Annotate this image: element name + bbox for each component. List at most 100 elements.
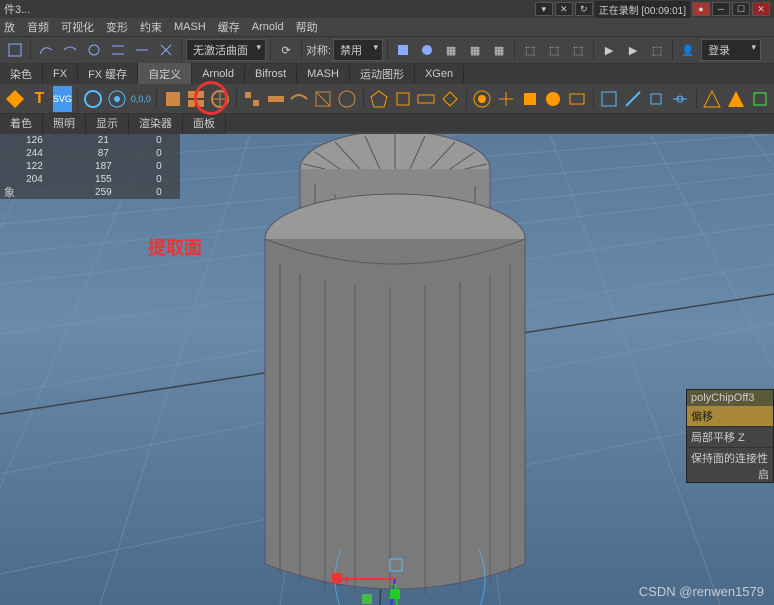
- render-icon[interactable]: ▶: [622, 39, 644, 61]
- preset-dropdown[interactable]: 无激活曲面: [186, 39, 266, 61]
- user-icon[interactable]: 👤: [677, 39, 699, 61]
- viewport-menu-item[interactable]: 面板: [183, 112, 226, 134]
- separator: [30, 40, 31, 60]
- menu-item[interactable]: 放: [4, 19, 15, 35]
- shelf-button[interactable]: [265, 86, 286, 112]
- cylinder-mesh[interactable]: [235, 134, 555, 604]
- curve-icon[interactable]: [83, 39, 105, 61]
- shelf-button[interactable]: [567, 86, 588, 112]
- menu-item[interactable]: 帮助: [296, 19, 318, 35]
- menu-item[interactable]: 可视化: [61, 19, 94, 35]
- viewport-menu-item[interactable]: 显示: [86, 112, 129, 134]
- viewport-menu-item[interactable]: 照明: [43, 112, 86, 134]
- attr-header[interactable]: 偏移: [687, 406, 773, 426]
- separator: [514, 40, 515, 60]
- curve-icon[interactable]: [131, 39, 153, 61]
- channel-row[interactable]: 126210: [0, 134, 180, 147]
- channel-row[interactable]: 1221870: [0, 160, 180, 173]
- shelf-button[interactable]: [519, 86, 540, 112]
- toolbar-icon[interactable]: [4, 39, 26, 61]
- close-button[interactable]: ✕: [752, 2, 770, 16]
- attr-row[interactable]: 局部平移 Z: [687, 426, 773, 447]
- shelf-button[interactable]: [725, 86, 746, 112]
- toolbar-icon[interactable]: ▦: [488, 39, 510, 61]
- separator: [156, 89, 157, 109]
- svg-icon[interactable]: SVG: [53, 86, 72, 112]
- shelf-button[interactable]: [749, 86, 770, 112]
- shelf-tab[interactable]: MASH: [297, 65, 350, 83]
- toolbar-icon[interactable]: ⬚: [567, 39, 589, 61]
- shelf-button[interactable]: [4, 86, 26, 112]
- attr-node[interactable]: polyChipOff3: [687, 390, 773, 406]
- separator: [363, 89, 364, 109]
- attr-row[interactable]: 保持面的连接性 启: [687, 447, 773, 468]
- toolbar-icon[interactable]: ▦: [464, 39, 486, 61]
- shelf-tab[interactable]: Bifrost: [245, 65, 297, 83]
- channel-row[interactable]: 244870: [0, 147, 180, 160]
- shelf-tab[interactable]: FX: [43, 65, 78, 83]
- shelf-button[interactable]: [368, 86, 389, 112]
- shelf-button[interactable]: [646, 86, 667, 112]
- shelf-tab[interactable]: 染色: [0, 63, 43, 85]
- toolbar-icon[interactable]: ⬚: [519, 39, 541, 61]
- menu-item[interactable]: Arnold: [252, 21, 284, 33]
- menu-item[interactable]: 音频: [27, 19, 49, 35]
- shelf-button[interactable]: [622, 86, 643, 112]
- shelf-button[interactable]: [210, 86, 231, 112]
- shelf-button[interactable]: [313, 86, 334, 112]
- move-gizmo[interactable]: [330, 549, 510, 605]
- shelf-tab[interactable]: XGen: [415, 65, 464, 83]
- login-dropdown[interactable]: 登录: [701, 39, 761, 61]
- shelf-button[interactable]: [416, 86, 437, 112]
- shelf-button[interactable]: [670, 86, 691, 112]
- viewport-menu-item[interactable]: 渲染器: [129, 112, 183, 134]
- titlebar-icon[interactable]: ↻: [575, 2, 593, 16]
- curve-icon[interactable]: [155, 39, 177, 61]
- menu-item[interactable]: MASH: [174, 21, 206, 33]
- toolbar-icon[interactable]: ▦: [440, 39, 462, 61]
- viewport-menu-item[interactable]: 着色: [0, 112, 43, 134]
- channel-box: 126210 244870 1221870 2041550 2590: [0, 134, 180, 199]
- curve-icon[interactable]: [59, 39, 81, 61]
- render-icon[interactable]: ▶: [598, 39, 620, 61]
- text-icon[interactable]: T: [29, 86, 50, 112]
- channel-row[interactable]: 2590: [0, 186, 180, 199]
- shelf-button[interactable]: [107, 86, 128, 112]
- minimize-button[interactable]: ─: [712, 2, 730, 16]
- shelf-button[interactable]: [495, 86, 516, 112]
- shelf-button[interactable]: [702, 86, 723, 112]
- titlebar-icon[interactable]: ✕: [555, 2, 573, 16]
- curve-icon[interactable]: [107, 39, 129, 61]
- menu-item[interactable]: 约束: [140, 19, 162, 35]
- symmetry-dropdown[interactable]: 禁用: [333, 39, 383, 61]
- viewport-3d[interactable]: 126210 244870 1221870 2041550 2590 象 提取面…: [0, 134, 774, 605]
- toolbar-icon[interactable]: ⬚: [543, 39, 565, 61]
- shelf-button[interactable]: [440, 86, 461, 112]
- toolbar-icon[interactable]: [416, 39, 438, 61]
- menu-item[interactable]: 缓存: [218, 19, 240, 35]
- shelf-button[interactable]: [543, 86, 564, 112]
- shelf-button[interactable]: [289, 86, 310, 112]
- shelf-tab[interactable]: 自定义: [138, 63, 192, 85]
- channel-row[interactable]: 2041550: [0, 173, 180, 186]
- menu-item[interactable]: 变形: [106, 19, 128, 35]
- shelf-button[interactable]: [337, 86, 358, 112]
- titlebar-icon[interactable]: ▾: [535, 2, 553, 16]
- record-button[interactable]: ●: [692, 2, 710, 16]
- shelf-button[interactable]: 0,0,0: [131, 86, 152, 112]
- toolbar-icon[interactable]: ⟳: [275, 39, 297, 61]
- shelf-tab[interactable]: Arnold: [192, 65, 245, 83]
- shelf-tab[interactable]: FX 缓存: [78, 63, 138, 85]
- extract-face-button[interactable]: [186, 86, 207, 112]
- toolbar-icon[interactable]: [392, 39, 414, 61]
- maximize-button[interactable]: ☐: [732, 2, 750, 16]
- shelf-button[interactable]: [598, 86, 619, 112]
- curve-icon[interactable]: [35, 39, 57, 61]
- shelf-button[interactable]: [162, 86, 183, 112]
- render-icon[interactable]: ⬚: [646, 39, 668, 61]
- shelf-button[interactable]: [241, 86, 262, 112]
- shelf-tab[interactable]: 运动图形: [350, 63, 415, 85]
- shelf-button[interactable]: [392, 86, 413, 112]
- shelf-button[interactable]: [83, 86, 104, 112]
- shelf-button[interactable]: [471, 86, 492, 112]
